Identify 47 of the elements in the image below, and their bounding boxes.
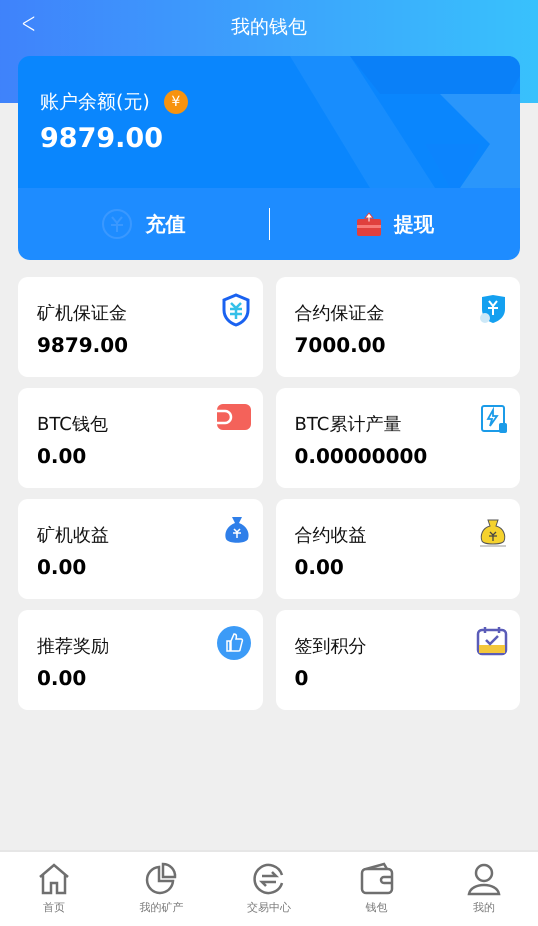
yen-coin-icon: ¥ xyxy=(164,90,188,114)
stat-card[interactable]: BTC钱包 0.00 xyxy=(18,388,262,488)
stat-value: 7000.00 xyxy=(294,333,386,357)
shield-icon xyxy=(220,293,250,327)
stat-card[interactable]: BTC累计产量 0.00000000 xyxy=(276,388,520,488)
stat-value: 0.00 xyxy=(37,666,86,690)
balance-label: 账户余额(元) xyxy=(40,90,150,115)
yen-coin-icon xyxy=(101,208,134,240)
stat-label: 矿机收益 xyxy=(37,524,109,547)
cash-box-icon xyxy=(356,211,382,237)
page-title: 我的钱包 xyxy=(231,15,307,40)
stat-card[interactable]: 合约收益 0.00 xyxy=(276,499,520,599)
pie-chart-icon xyxy=(144,862,178,896)
balance-amount: 9879.00 xyxy=(40,123,163,154)
stat-label: 合约保证金 xyxy=(294,302,384,325)
stat-card[interactable]: 签到积分 0 xyxy=(276,610,520,710)
home-icon xyxy=(36,862,71,896)
stat-card[interactable]: 合约保证金 7000.00 xyxy=(276,277,520,377)
exchange-icon xyxy=(252,862,286,896)
stat-value: 0.00 xyxy=(294,555,344,579)
stat-value: 0.00000000 xyxy=(294,444,428,468)
tab-label[interactable]: 交易中心 xyxy=(246,900,291,915)
stat-label: BTC钱包 xyxy=(37,413,108,436)
stat-label: BTC累计产量 xyxy=(294,413,402,436)
stat-value: 0.00 xyxy=(37,555,86,579)
stat-label: 签到积分 xyxy=(294,635,366,658)
stat-card[interactable]: 矿机收益 0.00 xyxy=(18,499,262,599)
stat-value: 0.00 xyxy=(37,444,86,468)
stat-card[interactable]: 推荐奖励 0.00 xyxy=(18,610,262,710)
tab-label[interactable]: 钱包 xyxy=(366,900,388,915)
stat-value: 0 xyxy=(294,666,308,690)
tab-label[interactable]: 我的矿产 xyxy=(139,900,184,915)
money-bag-icon xyxy=(222,515,250,545)
back-button[interactable]: < xyxy=(21,6,36,41)
thumbs-up-icon xyxy=(216,626,250,660)
user-icon xyxy=(467,862,502,896)
stat-label: 推荐奖励 xyxy=(37,635,109,658)
wallet-icon xyxy=(216,404,250,430)
wallet-icon xyxy=(360,862,394,896)
calendar-check-icon xyxy=(476,626,508,656)
battery-bolt-icon xyxy=(480,404,508,434)
tab-label[interactable]: 首页 xyxy=(42,900,65,915)
stat-label: 矿机保证金 xyxy=(37,302,127,325)
stat-value: 9879.00 xyxy=(37,333,128,357)
stat-card[interactable]: 矿机保证金 9879.00 xyxy=(18,277,262,377)
stat-label: 合约收益 xyxy=(294,524,366,547)
tab-label[interactable]: 我的 xyxy=(473,900,496,915)
